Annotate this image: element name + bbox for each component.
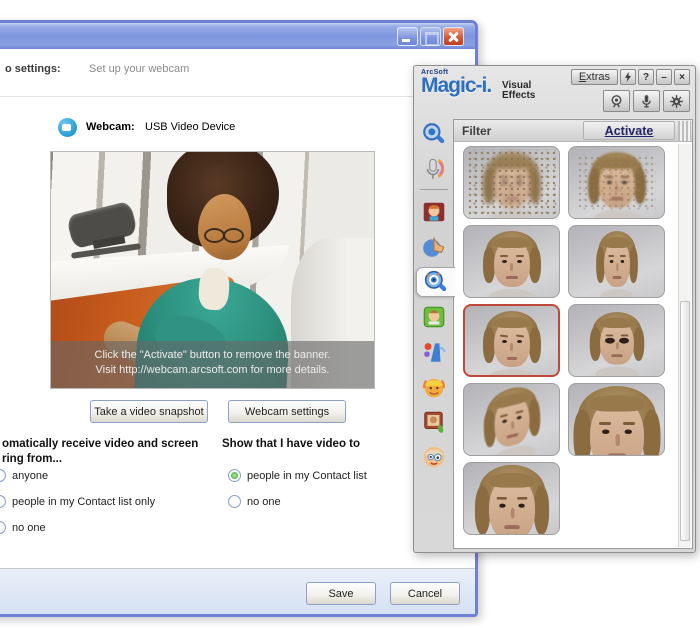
magic-i-window: ArcSoft Magic-i. Visual Effects Extras ?… [413, 65, 696, 553]
cancel-button[interactable]: Cancel [390, 582, 460, 605]
radio-icon[interactable] [0, 495, 6, 508]
effect-face [575, 386, 659, 456]
save-button[interactable]: Save [306, 582, 376, 605]
settings-subheading: Set up your webcam [89, 63, 189, 75]
radio-label: people in my Contact list [247, 470, 367, 482]
screen: o settings: Set up your webcam Webcam: U… [0, 0, 700, 628]
microphone-toggle-button[interactable] [633, 90, 660, 112]
webcam-settings-button[interactable]: Webcam settings [228, 400, 346, 423]
receive-heading-line1: omatically receive video and screen [2, 437, 198, 452]
show-section-heading: Show that I have video to [222, 437, 360, 452]
dialog-content: o settings: Set up your webcam Webcam: U… [0, 49, 475, 614]
gear-icon[interactable] [663, 90, 690, 112]
panel-grip[interactable] [678, 121, 691, 141]
dialog-titlebar[interactable] [0, 23, 475, 49]
webcam-device-name: USB Video Device [145, 121, 235, 133]
effect-face [589, 152, 645, 218]
webcam-toggle-button[interactable] [603, 90, 630, 112]
webcam-zoom-icon[interactable] [419, 119, 449, 149]
filter-panel-header: Filter Activate [454, 120, 692, 142]
preview-person-glasses [202, 228, 248, 241]
activation-banner: Click the "Activate" button to remove th… [51, 341, 374, 388]
visual-effects-label: Visual Effects [502, 81, 535, 101]
radio-label: people in my Contact list only [12, 496, 155, 508]
filter-thumbnail-long-face[interactable] [463, 462, 560, 535]
filter-thumbnail-big-eyes[interactable] [568, 304, 665, 377]
radio-icon[interactable] [228, 495, 241, 508]
filter-scrollbar[interactable] [678, 144, 691, 547]
maximize-button[interactable] [420, 27, 441, 46]
broadcast-icon[interactable] [419, 337, 449, 367]
effects-sidebar [416, 117, 452, 477]
green-frame-icon[interactable] [419, 302, 449, 332]
filter-thumbnail-pinch[interactable] [568, 225, 665, 298]
webcam-icon [58, 118, 77, 137]
take-snapshot-button[interactable]: Take a video snapshot [90, 400, 208, 423]
receive-section-heading: omatically receive video and screen ring… [2, 437, 198, 467]
avatar-frame-icon[interactable] [419, 197, 449, 227]
filter-zoom-icon[interactable] [416, 267, 455, 297]
effect-face [476, 465, 548, 535]
effect-face [590, 312, 643, 374]
arcsoft-logo: ArcSoft Magic-i. [421, 69, 491, 95]
show-option-0[interactable]: people in my Contact list [228, 469, 367, 495]
filter-thumbnail-twirl[interactable] [463, 383, 560, 456]
receive-option-0[interactable]: anyone [0, 469, 155, 495]
banner-line1: Click the "Activate" button to remove th… [51, 348, 374, 363]
funny-face-icon[interactable] [419, 442, 449, 472]
filter-thumbnail-wide-jaw[interactable] [568, 383, 665, 456]
radio-label: anyone [12, 470, 48, 482]
filter-thumbnail-grid [463, 146, 668, 535]
minimize-button[interactable] [397, 27, 418, 46]
radio-label: no one [12, 522, 46, 534]
radio-label: no one [247, 496, 281, 508]
help-button[interactable]: ? [638, 69, 654, 85]
close-button[interactable] [443, 27, 464, 46]
receive-options-group: anyone people in my Contact list only no o… [0, 469, 155, 547]
effect-face [596, 231, 636, 297]
radio-icon[interactable] [0, 469, 6, 482]
tagline-line2: Effects [502, 91, 535, 101]
activate-button[interactable]: Activate [583, 121, 675, 140]
receive-option-1[interactable]: people in my Contact list only [0, 495, 155, 521]
radio-icon[interactable] [228, 469, 241, 482]
show-option-1[interactable]: no one [228, 495, 367, 521]
extras-button[interactable]: Extras [571, 69, 618, 85]
preview-person-face [198, 194, 251, 260]
effect-face [484, 152, 540, 218]
filter-thumbnail-dissolve-light[interactable] [568, 146, 665, 219]
receive-option-2[interactable]: no one [0, 521, 155, 547]
arc-close-button[interactable]: × [674, 69, 690, 85]
receive-heading-line2: ring from... [2, 452, 198, 467]
show-options-group: people in my Contact list no one [228, 469, 367, 521]
filter-thumbnail-frown[interactable] [463, 304, 560, 377]
video-settings-window: o settings: Set up your webcam Webcam: U… [0, 20, 478, 617]
settings-heading: o settings: [5, 63, 61, 75]
effect-face [483, 383, 540, 456]
radio-icon[interactable] [0, 521, 6, 534]
bolt-icon[interactable] [620, 69, 636, 85]
scrollbar-thumb[interactable] [680, 301, 690, 541]
magic-i-product-label: Magic-i. [421, 76, 491, 95]
hand-gesture-icon[interactable] [419, 232, 449, 262]
filter-panel: Filter Activate [453, 119, 693, 549]
headset-avatar-icon[interactable] [419, 372, 449, 402]
effect-face [484, 311, 540, 377]
filter-panel-title: Filter [462, 124, 491, 138]
microphone-icon[interactable] [419, 154, 449, 184]
effect-face [484, 231, 540, 297]
filter-thumbnail-normal[interactable] [463, 225, 560, 298]
webcam-preview: Click the "Activate" button to remove th… [50, 151, 375, 389]
banner-line2: Visit http://webcam.arcsoft.com for more… [51, 363, 374, 378]
header-divider [0, 96, 475, 97]
sidebar-divider [420, 189, 448, 190]
photo-frame-icon[interactable] [419, 407, 449, 437]
filter-thumbnail-dissolve-heavy[interactable] [463, 146, 560, 219]
arc-minimize-button[interactable]: – [656, 69, 672, 85]
webcam-label: Webcam: [86, 121, 135, 133]
